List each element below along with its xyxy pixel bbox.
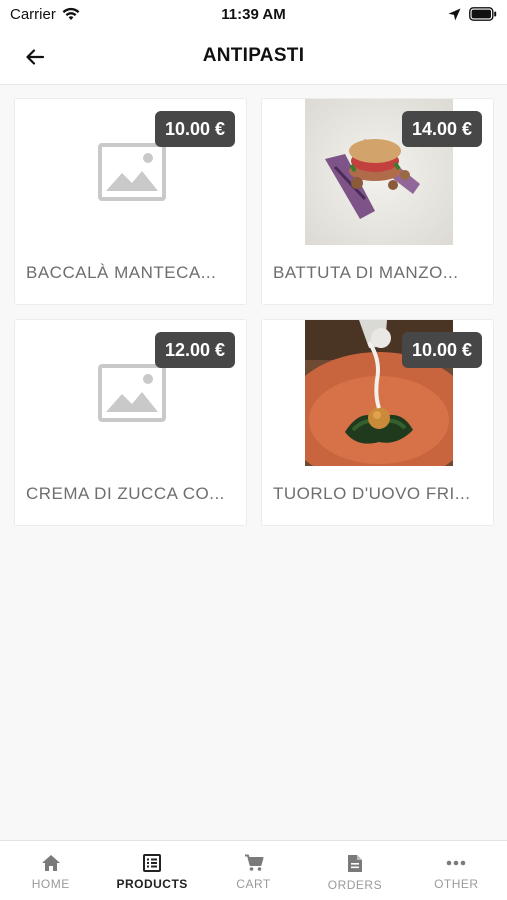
price-badge: 14.00 €: [401, 111, 482, 147]
product-grid: 10.00 € BACCALÀ MANTECA... 14.00 € BATTU…: [14, 98, 494, 526]
more-icon: [447, 860, 466, 866]
product-card[interactable]: 10.00 € TUORLO D'UOVO FRI...: [261, 319, 494, 526]
cart-icon: [244, 854, 264, 871]
image-placeholder-icon: [97, 143, 166, 201]
product-card[interactable]: 10.00 € BACCALÀ MANTECA...: [14, 98, 247, 305]
product-card[interactable]: 12.00 € CREMA DI ZUCCA CO...: [14, 319, 247, 526]
tab-home[interactable]: HOME: [0, 841, 101, 900]
status-left: Carrier: [10, 6, 80, 23]
tab-other[interactable]: OTHER: [406, 841, 507, 900]
tab-label: PRODUCTS: [116, 877, 188, 891]
tab-label: ORDERS: [327, 878, 383, 892]
page-title: ANTIPASTI: [202, 45, 305, 66]
price-badge: 10.00 €: [401, 332, 482, 368]
back-button[interactable]: [18, 40, 52, 74]
product-name: BATTUTA DI MANZO...: [273, 263, 459, 282]
product-name: TUORLO D'UOVO FRI...: [273, 484, 471, 503]
product-card[interactable]: 14.00 € BATTUTA DI MANZO...: [261, 98, 494, 305]
document-icon: [347, 855, 362, 872]
wifi-icon: [62, 7, 80, 20]
tab-label: OTHER: [434, 877, 479, 891]
product-name: CREMA DI ZUCCA CO...: [26, 484, 225, 503]
price-badge: 10.00 €: [154, 111, 235, 147]
tab-cart[interactable]: CART: [203, 841, 304, 900]
status-right: [448, 7, 497, 21]
tab-label: HOME: [31, 877, 70, 891]
price-badge: 12.00 €: [154, 332, 235, 368]
bottom-tab-bar: HOME PRODUCTS CART ORDERS OTHER: [0, 840, 507, 900]
arrow-left-icon: [26, 49, 44, 65]
location-arrow-icon: [448, 8, 461, 20]
list-icon: [143, 854, 162, 872]
image-placeholder-icon: [97, 364, 166, 422]
tab-label: CART: [236, 877, 271, 891]
tab-orders[interactable]: ORDERS: [304, 841, 405, 900]
carrier-label: Carrier: [10, 5, 56, 23]
tab-products[interactable]: PRODUCTS: [101, 841, 202, 900]
status-bar: Carrier 11:39 AM: [0, 0, 507, 28]
battery-icon: [469, 7, 497, 21]
header: ANTIPASTI: [0, 28, 507, 85]
product-name: BACCALÀ MANTECA...: [26, 263, 217, 282]
home-icon: [41, 855, 60, 871]
